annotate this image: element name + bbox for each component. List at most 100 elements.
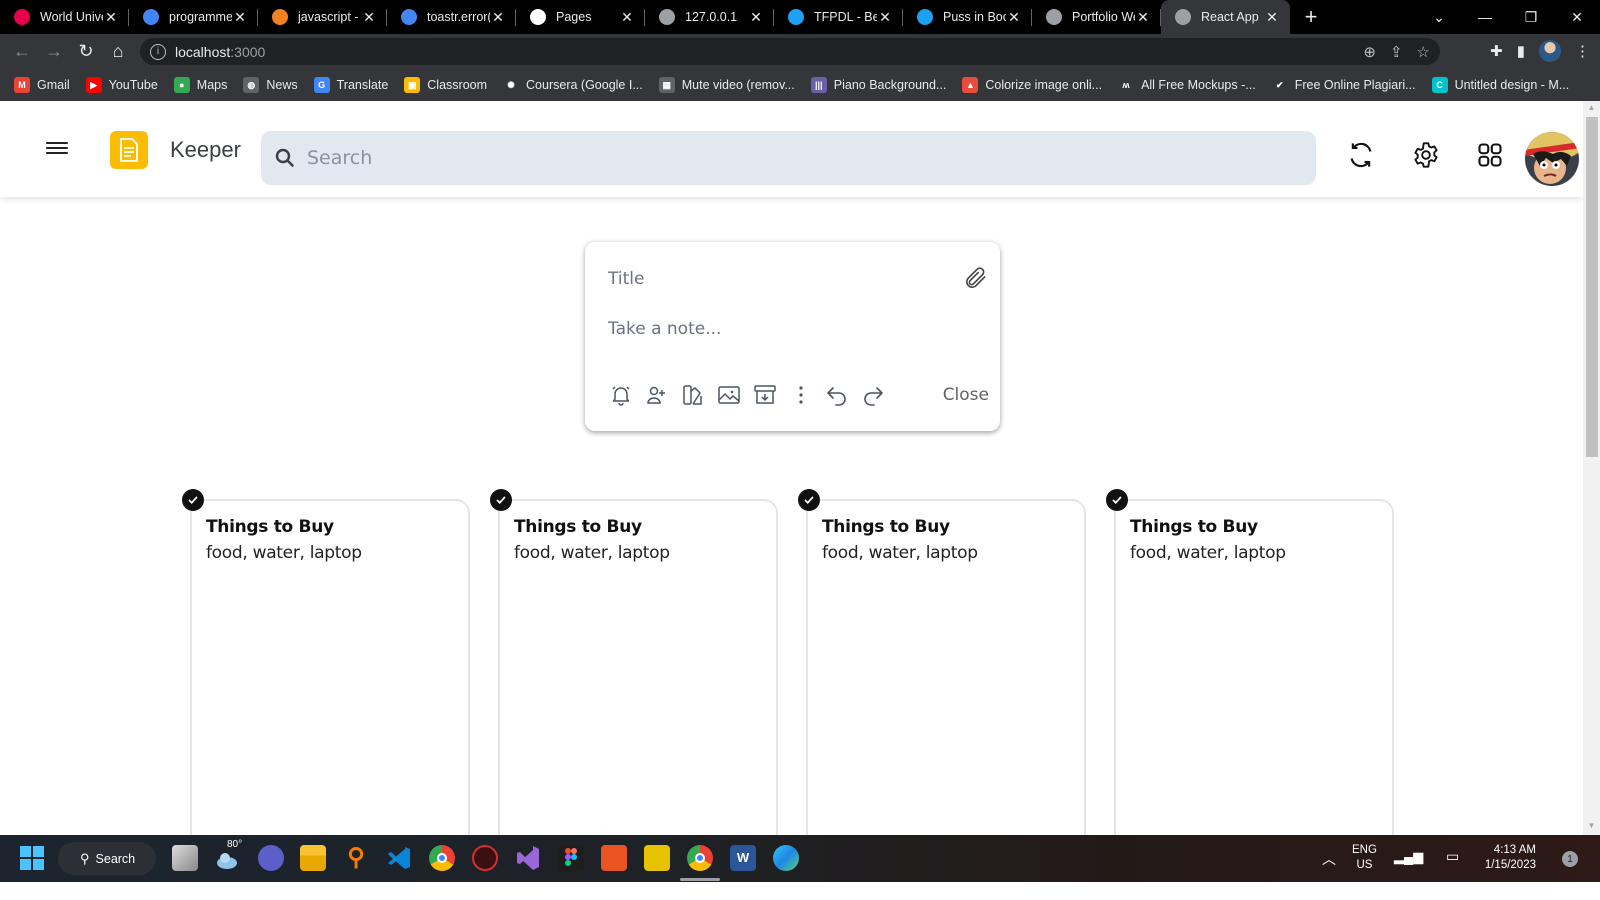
- browser-tab[interactable]: React App ✕: [1161, 0, 1290, 34]
- tab-search-button[interactable]: ⌄: [1416, 9, 1462, 26]
- bookmark-item[interactable]: ▣ Classroom: [404, 77, 487, 93]
- app-icon-red[interactable]: [472, 845, 498, 871]
- note-body-input[interactable]: [608, 319, 968, 345]
- note-title-input[interactable]: [608, 266, 938, 292]
- vscode-icon[interactable]: [386, 845, 412, 871]
- browser-tab[interactable]: TFPDL - Best✕: [774, 0, 903, 34]
- forward-button[interactable]: →: [38, 41, 70, 62]
- bookmark-item[interactable]: M Gmail: [14, 77, 70, 93]
- close-tab-icon[interactable]: ✕: [103, 9, 119, 26]
- remind-me-button[interactable]: [609, 382, 645, 408]
- bookmark-item[interactable]: ▲ Colorize image onli...: [962, 77, 1102, 93]
- redo-button[interactable]: [861, 382, 897, 408]
- browser-tab[interactable]: javascript - H✕: [258, 0, 387, 34]
- bookmark-star-icon[interactable]: ☆: [1417, 43, 1430, 61]
- browser-tab[interactable]: World Univer✕: [0, 0, 129, 34]
- collaborator-button[interactable]: [645, 382, 681, 408]
- figma-icon[interactable]: [558, 845, 584, 871]
- reload-button[interactable]: ↻: [70, 41, 102, 62]
- visual-studio-icon[interactable]: [515, 845, 541, 871]
- note-card[interactable]: Things to Buy food, water, laptop: [806, 499, 1086, 835]
- chrome-icon[interactable]: [429, 845, 455, 871]
- bookmark-item[interactable]: ● Maps: [173, 77, 227, 93]
- close-tab-icon[interactable]: ✕: [619, 9, 635, 26]
- browser-tab[interactable]: 127.0.0.1 ✕: [645, 0, 774, 34]
- settings-gear-icon[interactable]: [1412, 141, 1440, 169]
- search-input[interactable]: [307, 147, 1207, 169]
- scroll-up-arrow-icon[interactable]: ▲: [1583, 103, 1600, 117]
- bookmark-item[interactable]: ▦ Mute video (remov...: [658, 77, 795, 93]
- notification-badge[interactable]: 1: [1562, 851, 1578, 867]
- chrome-profile-icon[interactable]: [687, 845, 713, 871]
- close-tab-icon[interactable]: ✕: [1006, 9, 1022, 26]
- back-button[interactable]: ←: [6, 41, 38, 62]
- add-image-button[interactable]: [717, 382, 753, 408]
- word-icon[interactable]: W: [730, 845, 756, 871]
- minimize-button[interactable]: —: [1462, 9, 1508, 25]
- address-bar[interactable]: i localhost:3000 ⊕ ⇪ ☆: [140, 38, 1440, 65]
- zoom-icon[interactable]: ⊕: [1363, 43, 1376, 61]
- browser-tab[interactable]: toastr.error(✕: [387, 0, 516, 34]
- browser-tab[interactable]: Pages ✕: [516, 0, 645, 34]
- share-icon[interactable]: ⇪: [1390, 43, 1403, 61]
- close-tab-icon[interactable]: ✕: [1135, 9, 1151, 26]
- ubuntu-icon[interactable]: [601, 845, 627, 871]
- close-tab-icon[interactable]: ✕: [361, 9, 377, 26]
- extensions-icon[interactable]: ✚: [1490, 42, 1503, 60]
- file-explorer-icon[interactable]: [300, 845, 326, 871]
- browser-tab[interactable]: Portfolio We ✕: [1032, 0, 1161, 34]
- apps-grid-icon[interactable]: [1476, 141, 1504, 169]
- menu-icon[interactable]: [46, 139, 68, 157]
- media-player-icon[interactable]: [644, 845, 670, 871]
- tray-overflow-icon[interactable]: ︿: [1322, 849, 1336, 869]
- windows-start-icon[interactable]: [19, 845, 45, 871]
- refresh-icon[interactable]: [1347, 141, 1375, 169]
- bookmark-item[interactable]: ▶ YouTube: [85, 77, 158, 93]
- search-everything-icon[interactable]: ⚲: [343, 845, 369, 871]
- bookmark-item[interactable]: ✔ Free Online Plagiari...: [1271, 77, 1416, 93]
- select-note-check-icon[interactable]: [798, 489, 820, 511]
- edge-icon[interactable]: [773, 845, 799, 871]
- scrollbar-thumb[interactable]: [1586, 117, 1598, 457]
- volume-icon[interactable]: 🔈︎: [1418, 848, 1426, 865]
- close-tab-icon[interactable]: ✕: [232, 9, 248, 26]
- background-options-button[interactable]: [681, 382, 717, 408]
- profile-avatar[interactable]: [1539, 40, 1561, 62]
- close-tab-icon[interactable]: ✕: [748, 9, 764, 26]
- close-tab-icon[interactable]: ✕: [877, 9, 893, 26]
- new-tab-button[interactable]: +: [1296, 4, 1326, 30]
- restore-button[interactable]: ❐: [1508, 9, 1554, 26]
- clock[interactable]: 4:13 AM 1/15/2023: [1480, 843, 1536, 873]
- note-card[interactable]: Things to Buy food, water, laptop: [1114, 499, 1394, 835]
- language-indicator[interactable]: ENG US: [1352, 843, 1377, 873]
- scroll-down-arrow-icon[interactable]: ▼: [1583, 821, 1600, 835]
- page-scrollbar[interactable]: ▲ ▼: [1583, 101, 1600, 835]
- bookmark-item[interactable]: ||| Piano Background...: [810, 77, 946, 93]
- undo-button[interactable]: [825, 382, 861, 408]
- bookmark-item[interactable]: ʍ All Free Mockups -...: [1118, 77, 1256, 93]
- close-window-button[interactable]: ✕: [1554, 9, 1600, 26]
- bookmark-item[interactable]: C Untitled design - M...: [1431, 77, 1569, 93]
- battery-charging-icon[interactable]: ▭: [1446, 848, 1459, 865]
- weather-widget[interactable]: 80°: [215, 839, 242, 871]
- site-info-icon[interactable]: i: [150, 43, 166, 60]
- note-card[interactable]: Things to Buy food, water, laptop: [498, 499, 778, 835]
- task-view-icon[interactable]: [172, 845, 198, 871]
- select-note-check-icon[interactable]: [1106, 489, 1128, 511]
- more-options-button[interactable]: [789, 382, 825, 408]
- select-note-check-icon[interactable]: [490, 489, 512, 511]
- note-card[interactable]: Things to Buy food, water, laptop: [190, 499, 470, 835]
- select-note-check-icon[interactable]: [182, 489, 204, 511]
- close-tab-icon[interactable]: ✕: [490, 9, 506, 26]
- close-button[interactable]: Close: [943, 385, 989, 405]
- browser-menu-icon[interactable]: ⋮: [1575, 42, 1590, 60]
- bookmark-item[interactable]: G Translate: [313, 77, 388, 93]
- browser-tab[interactable]: Puss in Boots✕: [903, 0, 1032, 34]
- bookmark-item[interactable]: ◍ News: [243, 77, 298, 93]
- home-button[interactable]: ⌂: [102, 41, 134, 62]
- browser-tab[interactable]: programme ✕: [129, 0, 258, 34]
- side-panel-icon[interactable]: ▮: [1517, 42, 1525, 60]
- bookmark-item[interactable]: ✺ Coursera (Google I...: [503, 77, 643, 93]
- taskbar-search-button[interactable]: ⚲ Search: [58, 842, 156, 875]
- close-tab-icon[interactable]: ✕: [1264, 9, 1280, 26]
